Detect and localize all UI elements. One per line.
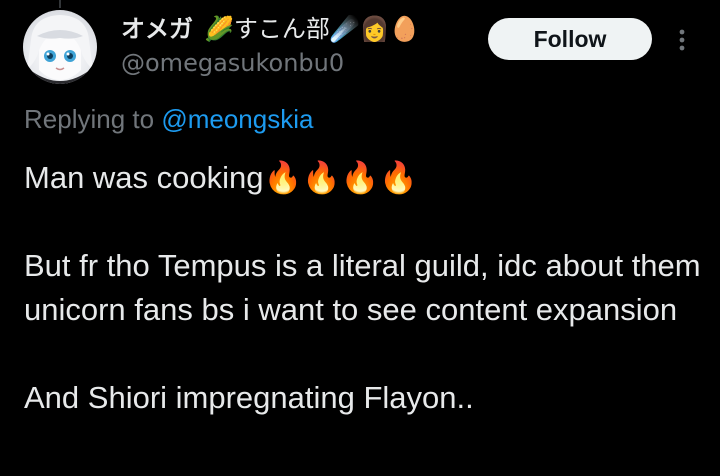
replying-to-prefix: Replying to (24, 104, 155, 134)
author-handle[interactable]: @omegasukonbu0 (121, 48, 344, 78)
post-text-paragraph-3: And Shiori impregnating Flayon.. (24, 380, 474, 415)
avatar-image (23, 15, 97, 84)
post-text-line-1: Man was cooking🔥🔥🔥🔥 (24, 160, 418, 195)
post-body: Man was cooking🔥🔥🔥🔥 But fr tho Tempus is… (24, 156, 704, 420)
post-text-paragraph-2: But fr tho Tempus is a literal guild, id… (24, 248, 710, 327)
replying-to-line: Replying to @meongskia (24, 102, 313, 136)
replying-to-mention-link[interactable]: @meongskia (161, 104, 313, 134)
avatar[interactable] (23, 10, 97, 84)
author-display-name[interactable]: オメガ (121, 14, 193, 44)
follow-button[interactable]: Follow (488, 18, 652, 60)
more-vertical-icon[interactable] (669, 27, 695, 53)
author-name-emojis: 🌽すこん部☄️👩🥚 (204, 15, 420, 43)
post-header: オメガ 🌽すこん部☄️👩🥚 @omegasukonbu0 Follow (0, 0, 720, 100)
